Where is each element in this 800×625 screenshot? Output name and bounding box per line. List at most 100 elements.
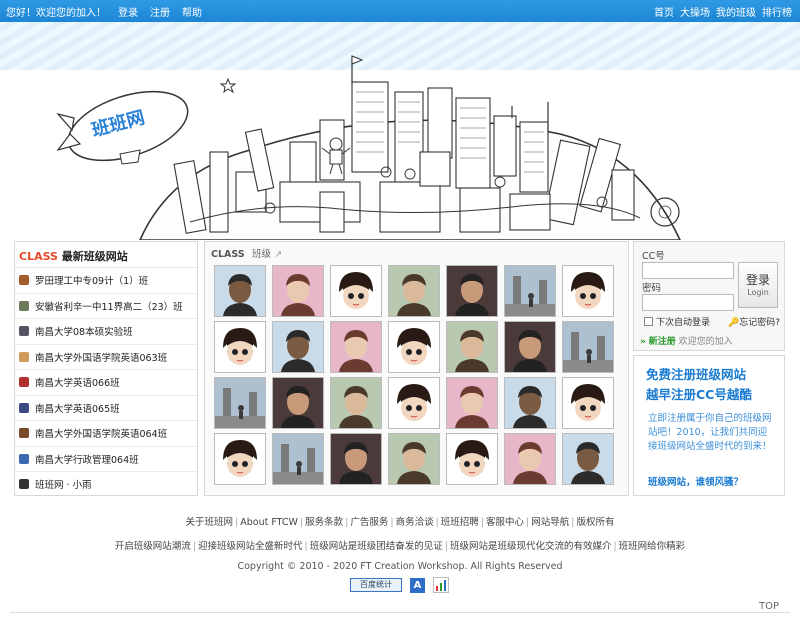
class-list-item[interactable]: 南昌大学英语066班 <box>15 370 197 396</box>
footer-secondary-link[interactable]: 班班网给你精彩 <box>619 541 686 552</box>
cc-number-input[interactable] <box>642 262 734 279</box>
footer-separator: | <box>480 517 485 528</box>
class-photo-girl-portrait[interactable] <box>272 265 324 317</box>
new-classes-title: 最新班级网站 <box>61 250 128 263</box>
new-classes-header: CLASS 最新班级网站 <box>15 242 197 268</box>
class-list-item[interactable]: 安徽省利辛一中11界高二（23）班 <box>15 294 197 319</box>
promo-panel: 免费注册班级网站 越早注册CC号越酷 立即注册属于你自己的班级网站吧！2010，… <box>633 355 785 496</box>
footer-separator: | <box>571 517 575 528</box>
class-photo-cartoon-avatar[interactable] <box>562 265 614 317</box>
promo-slogan[interactable]: 班级网站，谁领风骚？ <box>648 474 743 488</box>
class-photo-man-portrait[interactable] <box>272 377 324 429</box>
class-photo-cartoon-avatar[interactable] <box>562 377 614 429</box>
class-photo-cartoon-avatar[interactable] <box>214 321 266 373</box>
footer-primary-link[interactable]: About FTCW <box>240 517 298 528</box>
class-photo-tower-photo[interactable] <box>272 433 324 485</box>
class-photo-girl-portrait[interactable] <box>446 377 498 429</box>
footer-primary-link[interactable]: 客服中心 <box>486 517 524 528</box>
class-list-label[interactable]: 南昌大学外国语学院英语064班 <box>35 426 167 440</box>
promo-headline-1[interactable]: 免费注册班级网站 <box>646 364 746 383</box>
nav-home[interactable]: 首页 <box>654 4 674 19</box>
back-to-top-link[interactable]: TOP <box>759 601 779 612</box>
class-photo-cartoon-avatar[interactable] <box>388 377 440 429</box>
class-list-label[interactable]: 南昌大学英语066班 <box>35 375 120 389</box>
class-list-label[interactable]: 南昌大学外国语学院英语063班 <box>35 350 167 364</box>
class-photo-man-portrait[interactable] <box>504 321 556 373</box>
class-list-item[interactable]: 罗田理工中专09计（1）班 <box>15 268 197 294</box>
class-photo-tower-photo[interactable] <box>504 265 556 317</box>
footer-separator: | <box>235 517 239 528</box>
class-photo-girl-portrait[interactable] <box>504 433 556 485</box>
class-list-item[interactable]: 南昌大学外国语学院英语063班 <box>15 345 197 370</box>
class-photo-man-portrait[interactable] <box>446 265 498 317</box>
class-list-item[interactable]: 南昌大学08本硕实验班 <box>15 319 197 345</box>
class-list-label[interactable]: 南昌大学08本硕实验班 <box>35 324 133 338</box>
alexa-badge-icon[interactable]: A <box>410 577 425 593</box>
password-input[interactable] <box>642 294 734 311</box>
footer-separator: | <box>435 517 439 528</box>
nav-playground[interactable]: 大操场 <box>680 4 710 19</box>
footer-primary-link[interactable]: 商务洽谈 <box>396 517 434 528</box>
footer-links-primary: 关于班班网 | About FTCW | 服务条款 | 广告服务 | 商务洽谈 | 班班招聘 | 客服中… <box>0 514 800 528</box>
footer-secondary-link[interactable]: 班级网站是班级团结奋发的见证 <box>310 541 443 552</box>
class-photo-cartoon-avatar[interactable] <box>388 321 440 373</box>
class-photo-man-portrait[interactable] <box>330 433 382 485</box>
login-button[interactable]: 登录 Login <box>738 262 778 308</box>
footer-separator: | <box>444 541 448 552</box>
class-avatar-icon <box>19 300 29 311</box>
footer-separator: | <box>299 517 304 528</box>
class-avatar-icon <box>19 402 29 413</box>
promo-headline-2[interactable]: 越早注册CC号越酷 <box>646 384 752 403</box>
footer-primary-link[interactable]: 广告服务 <box>350 517 388 528</box>
class-photo-tower-photo[interactable] <box>214 377 266 429</box>
remember-checkbox[interactable] <box>644 317 653 326</box>
class-list-label[interactable]: 南昌大学英语065班 <box>35 401 120 415</box>
new-classes-accent: CLASS <box>19 250 58 263</box>
footer-secondary-link[interactable]: 开启班级网站潮流 <box>115 541 191 552</box>
external-link-icon[interactable]: ↗ <box>274 249 282 260</box>
class-photo-boy-portrait[interactable] <box>214 265 266 317</box>
class-avatar-icon <box>19 351 29 362</box>
class-photo-boy-portrait[interactable] <box>504 377 556 429</box>
new-register-link[interactable]: 新注册 <box>649 337 676 347</box>
class-photo-cartoon-avatar[interactable] <box>330 265 382 317</box>
class-list-label[interactable]: 罗田理工中专09计（1）班 <box>35 273 148 287</box>
promo-paragraph: 立即注册属于你自己的班级网站吧！2010，让我们共同迎接班级网站全盛时代的到来！ <box>648 413 772 452</box>
class-list-label[interactable]: 南昌大学行政管理064班 <box>35 452 139 466</box>
class-photo-boy2-portrait[interactable] <box>388 433 440 485</box>
nav-my-class[interactable]: 我的班级 <box>716 4 756 19</box>
footer-primary-link[interactable]: 关于班班网 <box>186 517 234 528</box>
remember-me[interactable]: 下次自动登录 <box>644 315 710 328</box>
class-photo-tower-photo[interactable] <box>562 321 614 373</box>
class-list-item[interactable]: 南昌大学行政管理064班 <box>15 447 197 472</box>
class-photo-subtitle[interactable]: 班级 <box>252 249 271 260</box>
class-list-item[interactable]: 班班网 · 小雨 <box>15 472 197 495</box>
footer-separator: | <box>304 541 308 552</box>
class-photo-boy-portrait[interactable] <box>272 321 324 373</box>
class-photo-cartoon-avatar[interactable] <box>446 433 498 485</box>
class-photo-cartoon-avatar[interactable] <box>214 433 266 485</box>
footer-primary-link[interactable]: 服务条款 <box>305 517 343 528</box>
class-photo-boy2-portrait[interactable] <box>388 265 440 317</box>
footer-secondary-link[interactable]: 迎接班级网站全盛新时代 <box>198 541 303 552</box>
nav-ranking[interactable]: 排行榜 <box>762 4 792 19</box>
footer-secondary-link[interactable]: 班级网站是班级现代化交流的有效媒介 <box>450 541 612 552</box>
class-photo-boy2-portrait[interactable] <box>446 321 498 373</box>
class-list-label[interactable]: 班班网 · 小雨 <box>35 477 92 491</box>
register-link[interactable]: 注册 <box>150 4 170 19</box>
login-link[interactable]: 登录 <box>118 4 138 19</box>
class-photo-boy2-portrait[interactable] <box>330 377 382 429</box>
class-list-label[interactable]: 安徽省利辛一中11界高二（23）班 <box>35 299 183 313</box>
help-link[interactable]: 帮助 <box>182 4 202 19</box>
class-photo-boy-portrait[interactable] <box>562 433 614 485</box>
forgot-password-link[interactable]: 🔑忘记密码? <box>728 315 780 328</box>
footer-primary-link[interactable]: 网站导航 <box>531 517 569 528</box>
footer-primary-link[interactable]: 班班招聘 <box>441 517 479 528</box>
banner: 班班网 <box>0 22 800 240</box>
footer-primary-link[interactable]: 版权所有 <box>576 517 614 528</box>
class-list-item[interactable]: 南昌大学外国语学院英语064班 <box>15 421 197 447</box>
class-photo-girl-portrait[interactable] <box>330 321 382 373</box>
cnzz-chart-icon[interactable] <box>433 577 449 593</box>
baidu-stats-badge[interactable]: 百度统计 <box>350 578 402 592</box>
class-list-item[interactable]: 南昌大学英语065班 <box>15 396 197 421</box>
